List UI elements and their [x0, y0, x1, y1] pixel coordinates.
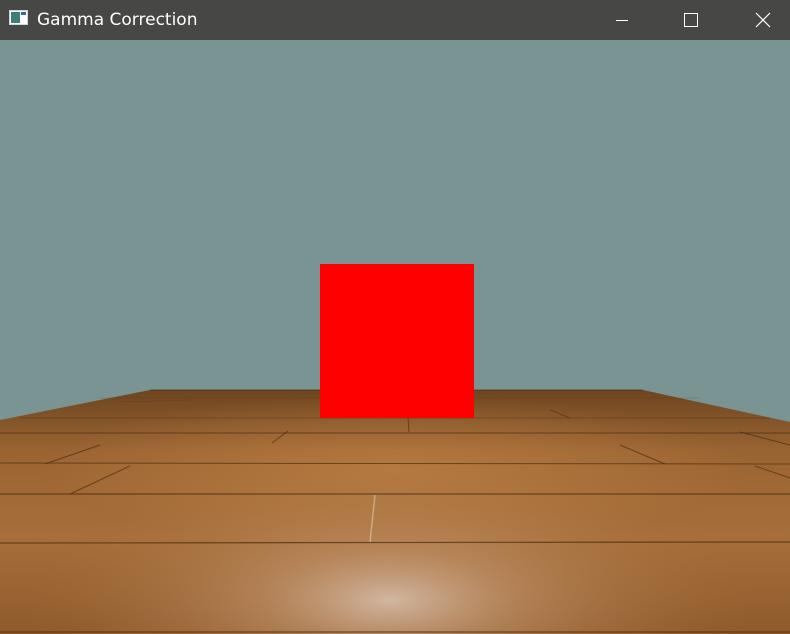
red-cube — [320, 264, 474, 418]
floor-light-highlight — [0, 390, 790, 634]
close-button[interactable] — [740, 0, 786, 40]
minimize-button[interactable] — [599, 0, 645, 40]
window-title: Gamma Correction — [37, 10, 198, 30]
maximize-icon — [684, 13, 698, 27]
scene-canvas — [0, 40, 790, 634]
title-bar[interactable]: Gamma Correction — [0, 0, 790, 40]
close-icon — [755, 12, 771, 28]
app-window-icon — [9, 10, 28, 25]
maximize-button[interactable] — [668, 0, 714, 40]
application-window: Gamma Correction — [0, 0, 790, 634]
minimize-icon — [616, 20, 628, 21]
render-viewport[interactable] — [0, 40, 790, 634]
